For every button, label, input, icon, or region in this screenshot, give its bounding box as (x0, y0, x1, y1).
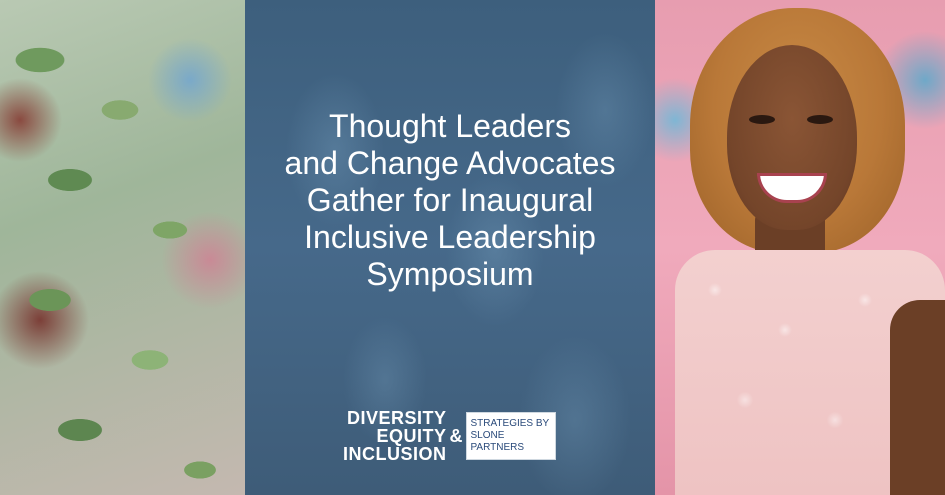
logo-word: EQUITY (376, 426, 447, 446)
logo-word: INCLUSION (343, 444, 447, 464)
logo-wordmark: DIVERSITY EQUITY INCLUSION (343, 409, 447, 463)
headline-line: Thought Leaders (329, 108, 571, 144)
portrait-eye (807, 115, 833, 124)
portrait-arm (890, 300, 945, 495)
logo-box-line: STRATEGIES BY (470, 418, 550, 429)
portrait-eye (749, 115, 775, 124)
logo-box-line: SLONE PARTNERS (470, 430, 525, 453)
foliage-photo (0, 0, 245, 495)
portrait-photo (655, 0, 945, 495)
headline-line: Symposium (366, 256, 534, 292)
logo-word: DIVERSITY (346, 408, 447, 428)
logo-strategies-box: STRATEGIES BY SLONE PARTNERS (465, 412, 556, 460)
headline: Thought Leaders and Change Advocates Gat… (245, 108, 655, 293)
headline-line: Gather for Inaugural (306, 182, 594, 218)
symposium-banner: Thought Leaders and Change Advocates Gat… (0, 0, 945, 495)
portrait-face (727, 45, 857, 230)
portrait-smile (757, 173, 827, 203)
headline-line: and Change Advocates (284, 145, 616, 181)
headline-line: Inclusive Leadership (304, 219, 596, 255)
logo-ampersand: & (449, 425, 463, 446)
dei-logo: DIVERSITY EQUITY INCLUSION & STRATEGIES … (343, 408, 556, 464)
